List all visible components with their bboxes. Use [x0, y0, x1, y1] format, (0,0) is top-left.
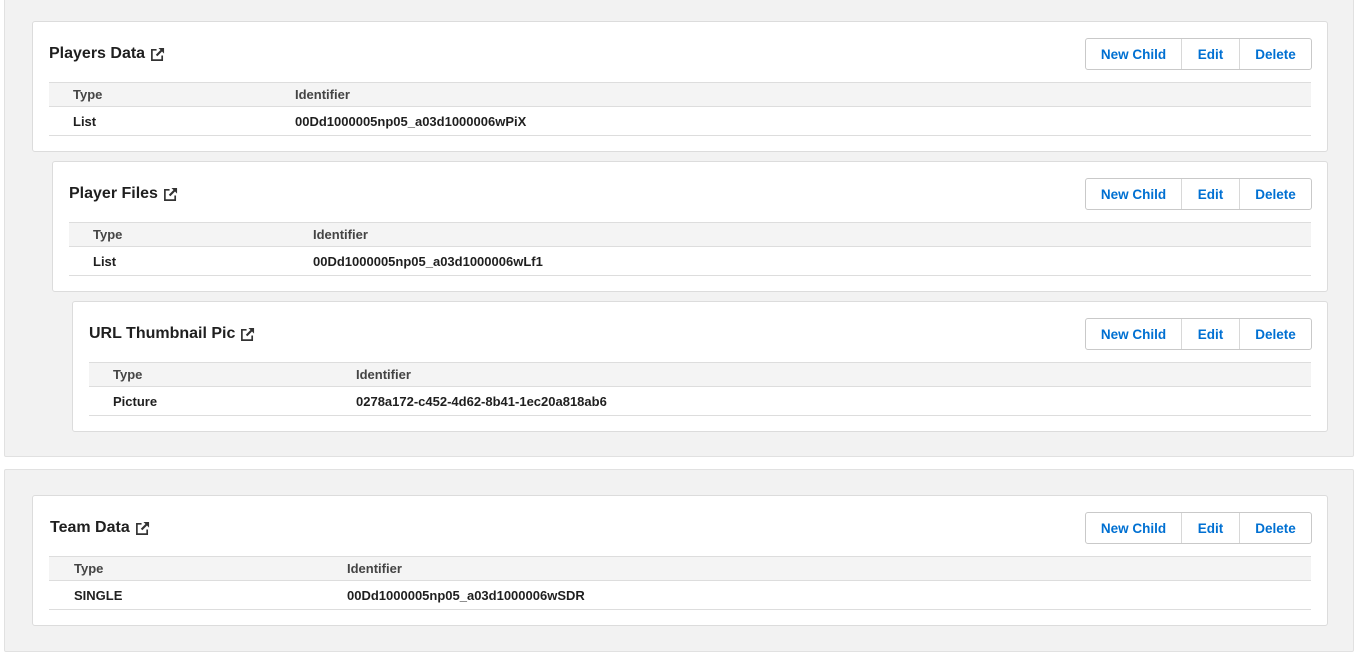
card-title-text[interactable]: URL Thumbnail Pic — [89, 325, 235, 343]
record-group-team: Team Data New Child Edit Delete Type Ide… — [4, 469, 1354, 652]
table-row: List 00Dd1000005np05_a03d1000006wPiX — [49, 107, 1311, 136]
card-actions: New Child Edit Delete — [1085, 512, 1312, 544]
external-link-icon[interactable] — [150, 47, 165, 62]
column-header-identifier: Identifier — [347, 561, 402, 576]
edit-button[interactable]: Edit — [1181, 513, 1239, 543]
card-title-text[interactable]: Player Files — [69, 185, 158, 203]
table-row: List 00Dd1000005np05_a03d1000006wLf1 — [69, 247, 1311, 276]
column-header-type: Type — [73, 87, 103, 102]
table-header: Type Identifier — [49, 556, 1311, 581]
identifier-value: 0278a172-c452-4d62-8b41-1ec20a818ab6 — [356, 393, 607, 409]
card-title-text[interactable]: Team Data — [50, 519, 130, 537]
table-header: Type Identifier — [89, 362, 1311, 387]
card-title[interactable]: Team Data — [50, 519, 150, 537]
column-header-type: Type — [113, 367, 143, 382]
column-header-identifier: Identifier — [313, 227, 368, 242]
external-link-icon[interactable] — [240, 327, 255, 342]
column-header-identifier: Identifier — [295, 87, 350, 102]
column-header-type: Type — [74, 561, 104, 576]
card-title[interactable]: Players Data — [49, 45, 165, 63]
edit-button[interactable]: Edit — [1181, 319, 1239, 349]
type-value: List — [93, 253, 117, 269]
delete-button[interactable]: Delete — [1239, 179, 1311, 209]
card-title[interactable]: Player Files — [69, 185, 178, 203]
delete-button[interactable]: Delete — [1239, 39, 1311, 69]
type-value: List — [73, 113, 97, 129]
column-header-identifier: Identifier — [356, 367, 411, 382]
column-header-type: Type — [93, 227, 123, 242]
identifier-value: 00Dd1000005np05_a03d1000006wSDR — [347, 587, 585, 603]
new-child-button[interactable]: New Child — [1086, 179, 1181, 209]
record-card-team-data: Team Data New Child Edit Delete Type Ide… — [32, 495, 1328, 626]
record-card-url-thumbnail-pic: URL Thumbnail Pic New Child Edit Delete … — [72, 301, 1328, 432]
delete-button[interactable]: Delete — [1239, 319, 1311, 349]
card-actions: New Child Edit Delete — [1085, 318, 1312, 350]
identifier-value: 00Dd1000005np05_a03d1000006wPiX — [295, 113, 527, 129]
card-title-text[interactable]: Players Data — [49, 45, 145, 63]
new-child-button[interactable]: New Child — [1086, 513, 1181, 543]
card-title[interactable]: URL Thumbnail Pic — [89, 325, 255, 343]
identifier-value: 00Dd1000005np05_a03d1000006wLf1 — [313, 253, 543, 269]
properties-table: Type Identifier Picture 0278a172-c452-4d… — [89, 362, 1311, 416]
edit-button[interactable]: Edit — [1181, 179, 1239, 209]
delete-button[interactable]: Delete — [1239, 513, 1311, 543]
type-value: Picture — [113, 393, 158, 409]
external-link-icon[interactable] — [163, 187, 178, 202]
card-actions: New Child Edit Delete — [1085, 38, 1312, 70]
record-group-players: Players Data New Child Edit Delete Type … — [4, 0, 1354, 457]
record-card-players-data: Players Data New Child Edit Delete Type … — [32, 21, 1328, 152]
properties-table: Type Identifier SINGLE 00Dd1000005np05_a… — [49, 556, 1311, 610]
table-header: Type Identifier — [69, 222, 1311, 247]
properties-table: Type Identifier List 00Dd1000005np05_a03… — [49, 82, 1311, 136]
table-header: Type Identifier — [49, 82, 1311, 107]
card-actions: New Child Edit Delete — [1085, 178, 1312, 210]
type-value: SINGLE — [74, 587, 123, 603]
new-child-button[interactable]: New Child — [1086, 319, 1181, 349]
edit-button[interactable]: Edit — [1181, 39, 1239, 69]
table-row: Picture 0278a172-c452-4d62-8b41-1ec20a81… — [89, 387, 1311, 416]
external-link-icon[interactable] — [135, 521, 150, 536]
record-card-player-files: Player Files New Child Edit Delete Type … — [52, 161, 1328, 292]
new-child-button[interactable]: New Child — [1086, 39, 1181, 69]
properties-table: Type Identifier List 00Dd1000005np05_a03… — [69, 222, 1311, 276]
table-row: SINGLE 00Dd1000005np05_a03d1000006wSDR — [49, 581, 1311, 610]
